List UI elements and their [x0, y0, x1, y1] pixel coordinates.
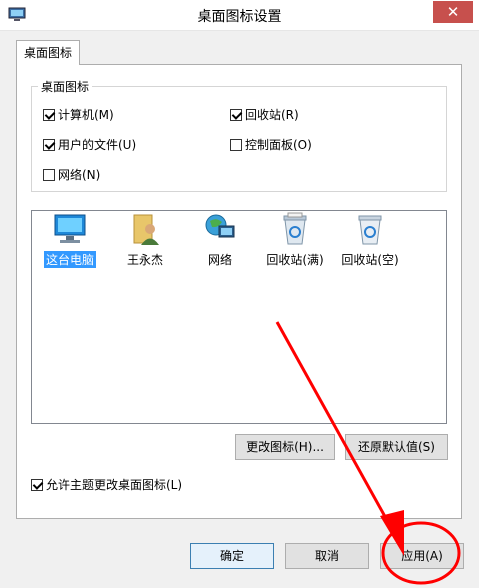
button-label: 更改图标(H)... [246, 440, 324, 454]
list-item-network[interactable]: 网络 [188, 212, 252, 268]
checkbox-box[interactable] [31, 478, 43, 491]
title-bar: 桌面图标设置 ✕ [0, 0, 479, 31]
button-label: 取消 [314, 549, 339, 563]
change-icon-button[interactable]: 更改图标(H)... [235, 434, 335, 460]
window-title: 桌面图标设置 [197, 9, 282, 25]
checkbox-recycle-bin[interactable]: 回收站(R) [230, 106, 299, 123]
item-label: 网络 [207, 253, 232, 267]
recycle-bin-empty-icon [358, 215, 382, 245]
item-label: 王永杰 [126, 253, 163, 267]
checkbox-box[interactable] [230, 138, 242, 151]
ok-button[interactable]: 确定 [190, 543, 274, 569]
checkbox-label: 控制面板(O) [245, 138, 312, 152]
user-folder-icon [133, 214, 159, 245]
checkbox-user-files[interactable]: 用户的文件(U) [43, 136, 136, 153]
checkbox-label: 回收站(R) [245, 108, 299, 122]
checkbox-label: 网络(N) [58, 168, 101, 182]
close-button[interactable]: ✕ [433, 1, 473, 23]
computer-icon [54, 214, 86, 243]
button-label: 还原默认值(S) [358, 440, 435, 454]
item-label: 回收站(空) [341, 253, 399, 267]
checkbox-label: 计算机(M) [58, 108, 114, 122]
group-title: 桌面图标 [38, 78, 93, 95]
recycle-bin-full-icon [283, 212, 307, 245]
tab-desktop-icons[interactable]: 桌面图标 [16, 40, 80, 65]
checkbox-box[interactable] [43, 168, 55, 181]
checkbox-label: 允许主题更改桌面图标(L) [46, 478, 183, 492]
tab-label: 桌面图标 [23, 46, 72, 60]
item-label: 回收站(满) [266, 253, 324, 267]
close-icon: ✕ [446, 3, 460, 21]
apply-button[interactable]: 应用(A) [380, 543, 464, 569]
network-icon [205, 214, 235, 238]
list-item-this-pc[interactable]: 这台电脑 [38, 212, 102, 268]
checkbox-label: 用户的文件(U) [58, 138, 137, 152]
cancel-button[interactable]: 取消 [285, 543, 369, 569]
list-item-user[interactable]: 王永杰 [113, 212, 177, 268]
list-item-recycle-bin-empty[interactable]: 回收站(空) [338, 212, 402, 268]
button-label: 应用(A) [401, 549, 443, 563]
item-label: 这台电脑 [43, 251, 96, 268]
checkbox-allow-themes[interactable]: 允许主题更改桌面图标(L) [31, 476, 182, 493]
button-label: 确定 [219, 549, 244, 563]
checkbox-box[interactable] [230, 108, 242, 121]
checkbox-computer[interactable]: 计算机(M) [43, 106, 114, 123]
checkbox-box[interactable] [43, 138, 55, 151]
checkbox-control-panel[interactable]: 控制面板(O) [230, 136, 312, 153]
list-item-recycle-bin-full[interactable]: 回收站(满) [263, 212, 327, 268]
checkbox-network[interactable]: 网络(N) [43, 166, 100, 183]
checkbox-box[interactable] [43, 108, 55, 121]
restore-default-button[interactable]: 还原默认值(S) [345, 434, 448, 460]
